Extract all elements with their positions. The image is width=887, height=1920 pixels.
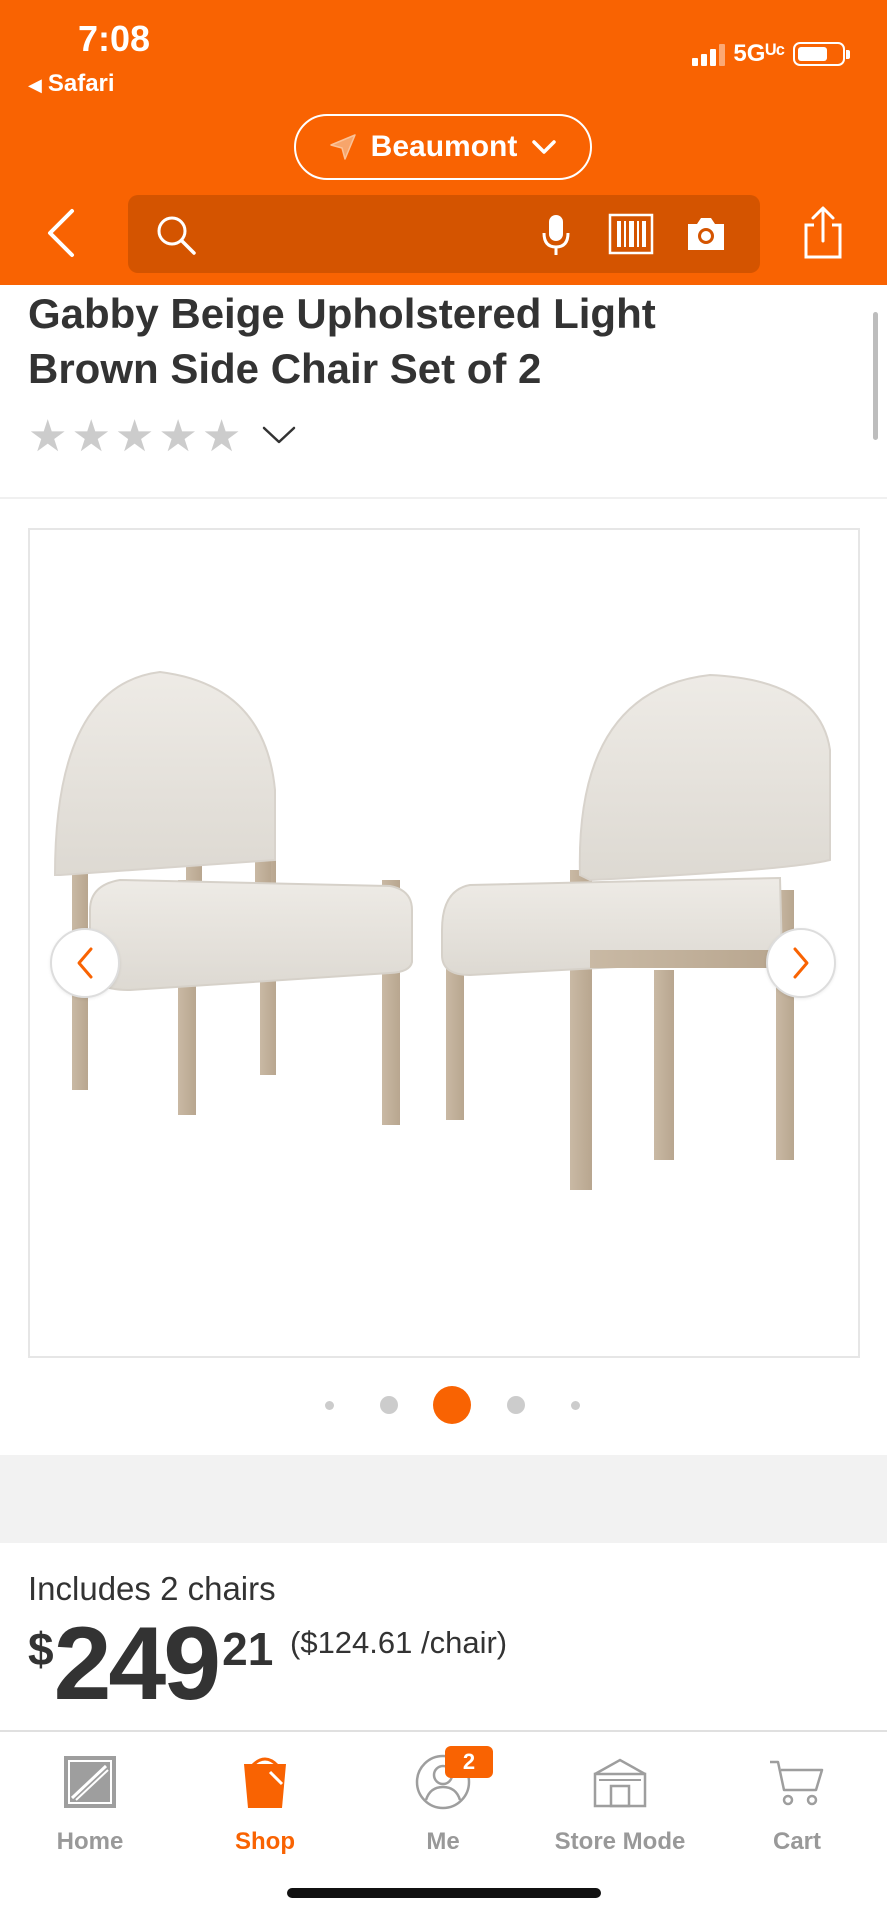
star-icon: ★ [71, 412, 111, 461]
notification-badge: 2 [445, 1746, 493, 1778]
share-button[interactable] [800, 205, 846, 266]
pagination-dot-active[interactable] [433, 1386, 471, 1424]
price-currency: $ [28, 1623, 54, 1675]
nav-cart[interactable]: Cart [747, 1732, 847, 1862]
nav-me[interactable]: 2 Me [393, 1732, 493, 1862]
signal-icon [692, 42, 726, 66]
back-to-safari[interactable]: ◀ Safari [28, 70, 115, 98]
cart-icon [770, 1760, 824, 1806]
price-cents: 21 [222, 1623, 274, 1675]
store-selector[interactable]: Beaumont [294, 114, 592, 180]
star-icon: ★ [28, 412, 68, 461]
price: $ 249 21 [28, 1610, 273, 1718]
nav-shop[interactable]: Shop [215, 1732, 315, 1862]
divider [0, 497, 887, 499]
back-app-label: Safari [47, 70, 115, 97]
nav-me-label: Me [426, 1828, 460, 1855]
nav-home-label: Home [56, 1828, 124, 1855]
pagination-dot[interactable] [325, 1401, 334, 1410]
network-label: 5Gᵁᶜ [733, 40, 785, 67]
scrollbar-thumb[interactable] [873, 312, 878, 440]
price-dollars: 249 [53, 1606, 222, 1722]
battery-icon [793, 42, 850, 66]
product-title-line1: Gabby Beige Upholstered Light [28, 290, 656, 337]
status-time: 7:08 [78, 18, 151, 59]
camera-icon[interactable] [684, 215, 728, 253]
chevron-left-icon [48, 209, 74, 257]
chevron-down-icon [532, 140, 557, 154]
product-title: Gabby Beige Upholstered Light Brown Side… [28, 286, 788, 396]
home-indicator[interactable] [287, 1888, 601, 1898]
star-icon: ★ [158, 412, 198, 461]
app-header: 7:08 ◀ Safari 5Gᵁᶜ Beaumont [0, 0, 887, 285]
includes-text: Includes 2 chairs [28, 1570, 276, 1607]
store-icon [593, 1758, 647, 1808]
gallery-next-button[interactable] [766, 928, 836, 998]
product-title-line2: Brown Side Chair Set of 2 [28, 345, 542, 392]
share-icon [804, 206, 842, 259]
chevron-down-icon [263, 426, 296, 444]
status-indicators: 5Gᵁᶜ [692, 40, 850, 68]
chevron-right-icon [793, 947, 809, 979]
microphone-icon[interactable] [540, 213, 572, 257]
section-divider [0, 1455, 887, 1543]
shop-bucket-icon [244, 1757, 286, 1808]
barcode-scan-icon[interactable] [608, 213, 654, 255]
gallery-prev-button[interactable] [50, 928, 120, 998]
search-icon [157, 216, 196, 255]
pagination-dot[interactable] [380, 1396, 398, 1414]
pagination-dot[interactable] [571, 1401, 580, 1410]
pagination-dot[interactable] [507, 1396, 525, 1414]
per-unit-price: ($124.61 /chair) [290, 1625, 508, 1660]
search-bar[interactable] [128, 195, 760, 273]
nav-store-mode[interactable]: Store Mode [545, 1732, 695, 1862]
home-depot-logo-icon [64, 1756, 116, 1808]
location-arrow-icon [329, 134, 356, 160]
search-input[interactable] [208, 209, 528, 259]
nav-home[interactable]: Home [40, 1732, 140, 1862]
chevron-left-icon [77, 947, 93, 979]
nav-shop-label: Shop [235, 1828, 295, 1855]
star-icon: ★ [114, 412, 155, 461]
store-name: Beaumont [370, 130, 518, 163]
nav-cart-label: Cart [772, 1828, 821, 1855]
back-triangle-icon: ◀ [28, 75, 42, 95]
product-image[interactable] [28, 528, 860, 1358]
gallery-pagination [0, 1385, 887, 1425]
star-icon: ★ [201, 412, 242, 461]
nav-store-mode-label: Store Mode [554, 1828, 686, 1855]
back-button[interactable] [40, 205, 80, 265]
chair-set-image [53, 670, 831, 1190]
rating-summary[interactable]: ★ ★ ★ ★ ★ [28, 415, 297, 459]
